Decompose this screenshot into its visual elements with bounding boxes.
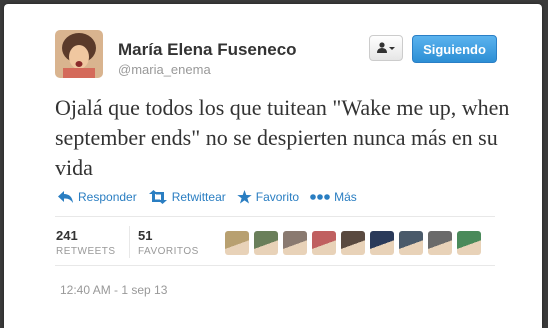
reply-label: Responder bbox=[78, 190, 137, 204]
favorites-stat[interactable]: 51 FAVORITOS bbox=[138, 228, 199, 257]
tweet-actions: Responder Retwittear Favorito Más bbox=[58, 190, 368, 204]
favoriter-avatar[interactable] bbox=[283, 231, 307, 255]
tweet-text: Ojalá que todos los que tuitean "Wake me… bbox=[55, 95, 510, 180]
favoriter-avatar[interactable] bbox=[225, 231, 249, 255]
more-action[interactable]: Más bbox=[310, 190, 357, 204]
more-dots-icon bbox=[310, 194, 330, 200]
favorite-label: Favorito bbox=[255, 190, 300, 204]
stats-bottom-divider bbox=[55, 265, 495, 266]
favorites-label: FAVORITOS bbox=[138, 246, 199, 257]
favoriter-avatar[interactable] bbox=[341, 231, 365, 255]
user-handle[interactable]: @maria_enema bbox=[118, 62, 211, 77]
user-avatar[interactable] bbox=[55, 30, 103, 78]
more-label: Más bbox=[334, 190, 357, 204]
favoriter-avatar[interactable] bbox=[399, 231, 423, 255]
retweets-label: RETWEETS bbox=[56, 246, 116, 257]
user-display-name[interactable]: María Elena Fuseneco bbox=[118, 40, 297, 60]
user-avatar-image bbox=[55, 30, 103, 78]
tweet-card: María Elena Fuseneco @maria_enema Siguie… bbox=[4, 4, 542, 328]
star-icon bbox=[237, 190, 252, 204]
following-button[interactable]: Siguiendo bbox=[412, 35, 497, 63]
retweet-action[interactable]: Retwittear bbox=[148, 190, 226, 204]
favoriters-avatars bbox=[225, 231, 486, 255]
retweet-icon bbox=[148, 190, 167, 204]
favorite-action[interactable]: Favorito bbox=[237, 190, 299, 204]
tweet-timestamp[interactable]: 12:40 AM - 1 sep 13 bbox=[60, 283, 167, 297]
person-dropdown-icon bbox=[377, 42, 395, 53]
retweet-label: Retwittear bbox=[171, 190, 226, 204]
favoriter-avatar[interactable] bbox=[312, 231, 336, 255]
favoriter-avatar[interactable] bbox=[254, 231, 278, 255]
retweets-stat[interactable]: 241 RETWEETS bbox=[56, 228, 116, 257]
reply-icon bbox=[58, 191, 73, 203]
retweets-count: 241 bbox=[56, 228, 78, 243]
favoriter-avatar[interactable] bbox=[457, 231, 481, 255]
reply-action[interactable]: Responder bbox=[58, 190, 137, 204]
stats-separator bbox=[129, 226, 130, 258]
favoriter-avatar[interactable] bbox=[428, 231, 452, 255]
user-actions-button[interactable] bbox=[369, 35, 403, 61]
favorites-count: 51 bbox=[138, 228, 153, 243]
stats-top-divider bbox=[55, 216, 495, 217]
favoriter-avatar[interactable] bbox=[370, 231, 394, 255]
